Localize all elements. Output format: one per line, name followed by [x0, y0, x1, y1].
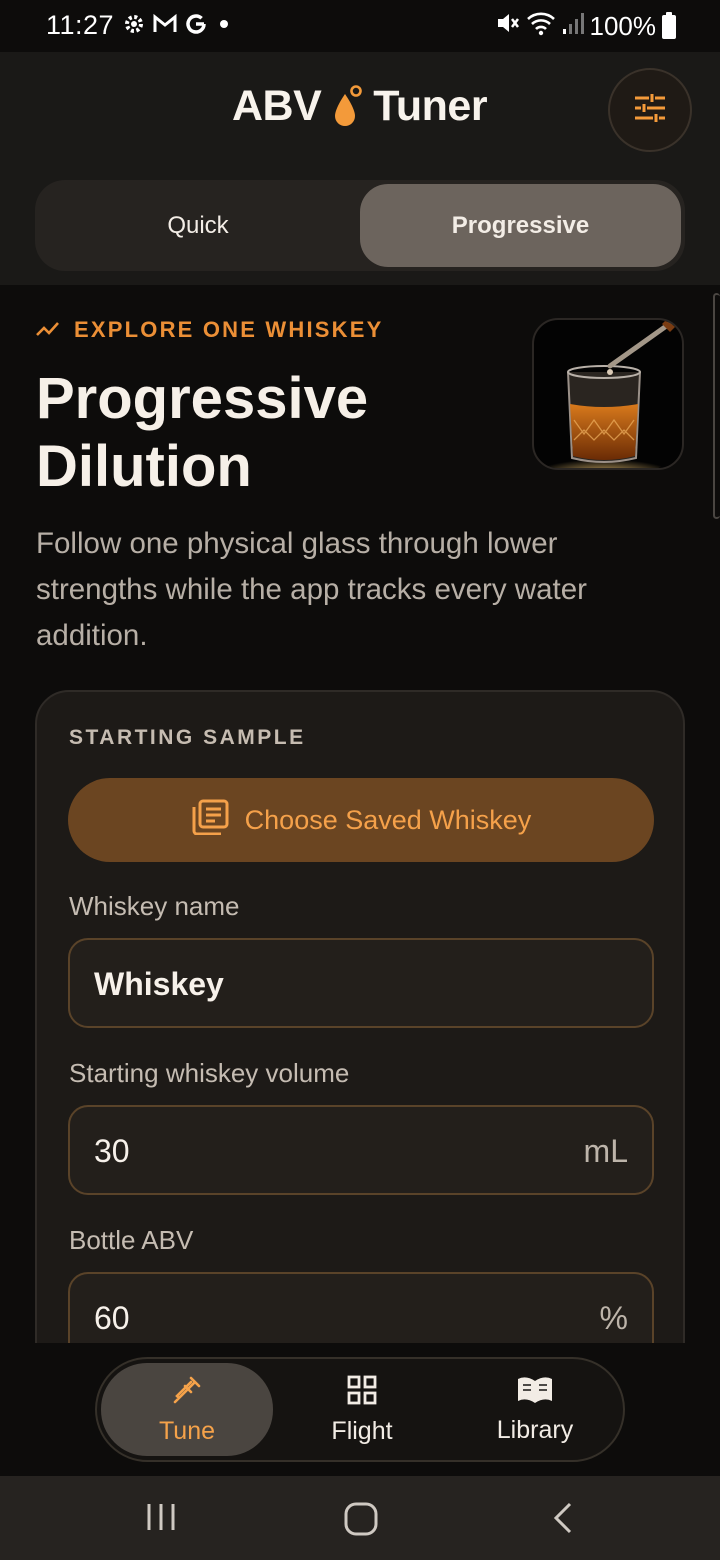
main-content[interactable]: EXPLORE ONE WHISKEY Progressive Dilution… [0, 285, 720, 1343]
whiskey-name-field[interactable]: Whiskey [68, 938, 654, 1028]
nav-library-label: Library [496, 1415, 574, 1444]
library-stack-icon [191, 799, 229, 842]
system-navigation-bar [0, 1476, 720, 1560]
nav-flight[interactable]: Flight [276, 1363, 448, 1456]
battery-text: 100% [589, 11, 657, 41]
page-description: Follow one physical glass through lower … [36, 527, 587, 652]
app-header: ABV Tuner Quick Progressive [0, 52, 720, 285]
recent-apps-button[interactable] [146, 1502, 176, 1537]
card-heading: STARTING SAMPLE [69, 726, 306, 749]
page-title: Progressive Dilution [36, 366, 369, 499]
starting-sample-card: STARTING SAMPLE Choose Saved Whiskey Whi… [35, 690, 685, 1343]
whiskey-glass-image [532, 318, 684, 470]
starting-volume-value: 30 [94, 1133, 130, 1169]
trending-icon [36, 317, 60, 343]
drop-icon [333, 84, 363, 130]
volume-unit: mL [583, 1133, 628, 1169]
book-icon [516, 1375, 554, 1412]
mode-toggle: Quick Progressive [35, 180, 685, 271]
home-icon [344, 1502, 378, 1541]
whiskey-name-label: Whiskey name [69, 891, 240, 921]
status-time: 11:27 [46, 10, 115, 40]
scrollbar[interactable] [713, 293, 720, 519]
nav-tune[interactable]: Tune [101, 1363, 273, 1456]
battery-icon [662, 11, 676, 39]
whiskey-name-value: Whiskey [94, 966, 224, 1002]
grid-icon [346, 1374, 378, 1413]
choose-saved-whiskey-button[interactable]: Choose Saved Whiskey [68, 778, 654, 862]
brand-left: ABV [232, 82, 322, 130]
bottle-abv-value: 60 [94, 1300, 130, 1336]
nav-tune-label: Tune [158, 1416, 216, 1445]
gmail-icon [152, 13, 178, 40]
starting-volume-field[interactable]: 30 mL [68, 1105, 654, 1195]
choose-button-label: Choose Saved Whiskey [244, 804, 532, 835]
mode-quick-button[interactable]: Quick [39, 184, 357, 267]
starting-volume-label: Starting whiskey volume [69, 1058, 350, 1088]
bottom-nav-area: Tune Flight Library [0, 1343, 720, 1476]
brand-right: Tuner [373, 82, 488, 130]
bottom-nav: Tune Flight Library [95, 1357, 625, 1462]
back-button[interactable] [552, 1502, 574, 1539]
wifi-icon [526, 10, 556, 43]
nav-flight-label: Flight [331, 1416, 393, 1445]
mode-progressive-button[interactable]: Progressive [360, 184, 681, 267]
bottle-abv-label: Bottle ABV [69, 1225, 194, 1255]
back-icon [552, 1502, 574, 1539]
nav-library[interactable]: Library [449, 1363, 621, 1456]
recent-apps-icon [146, 1502, 176, 1537]
eyebrow: EXPLORE ONE WHISKEY [36, 317, 384, 343]
abv-unit: % [599, 1300, 628, 1336]
eyebrow-text: EXPLORE ONE WHISKEY [74, 317, 384, 342]
dot-icon [214, 14, 234, 39]
status-bar: 11:27 100% [0, 0, 720, 52]
settings-icon [122, 12, 146, 41]
mute-icon [494, 10, 520, 43]
dropper-icon [171, 1374, 203, 1413]
bottle-abv-field[interactable]: 60 % [68, 1272, 654, 1343]
app-logo: ABV Tuner [232, 82, 488, 131]
google-icon [184, 12, 208, 41]
home-button[interactable] [344, 1502, 378, 1541]
settings-button[interactable] [608, 68, 692, 152]
signal-icon [562, 11, 584, 42]
sliders-icon [633, 93, 667, 128]
